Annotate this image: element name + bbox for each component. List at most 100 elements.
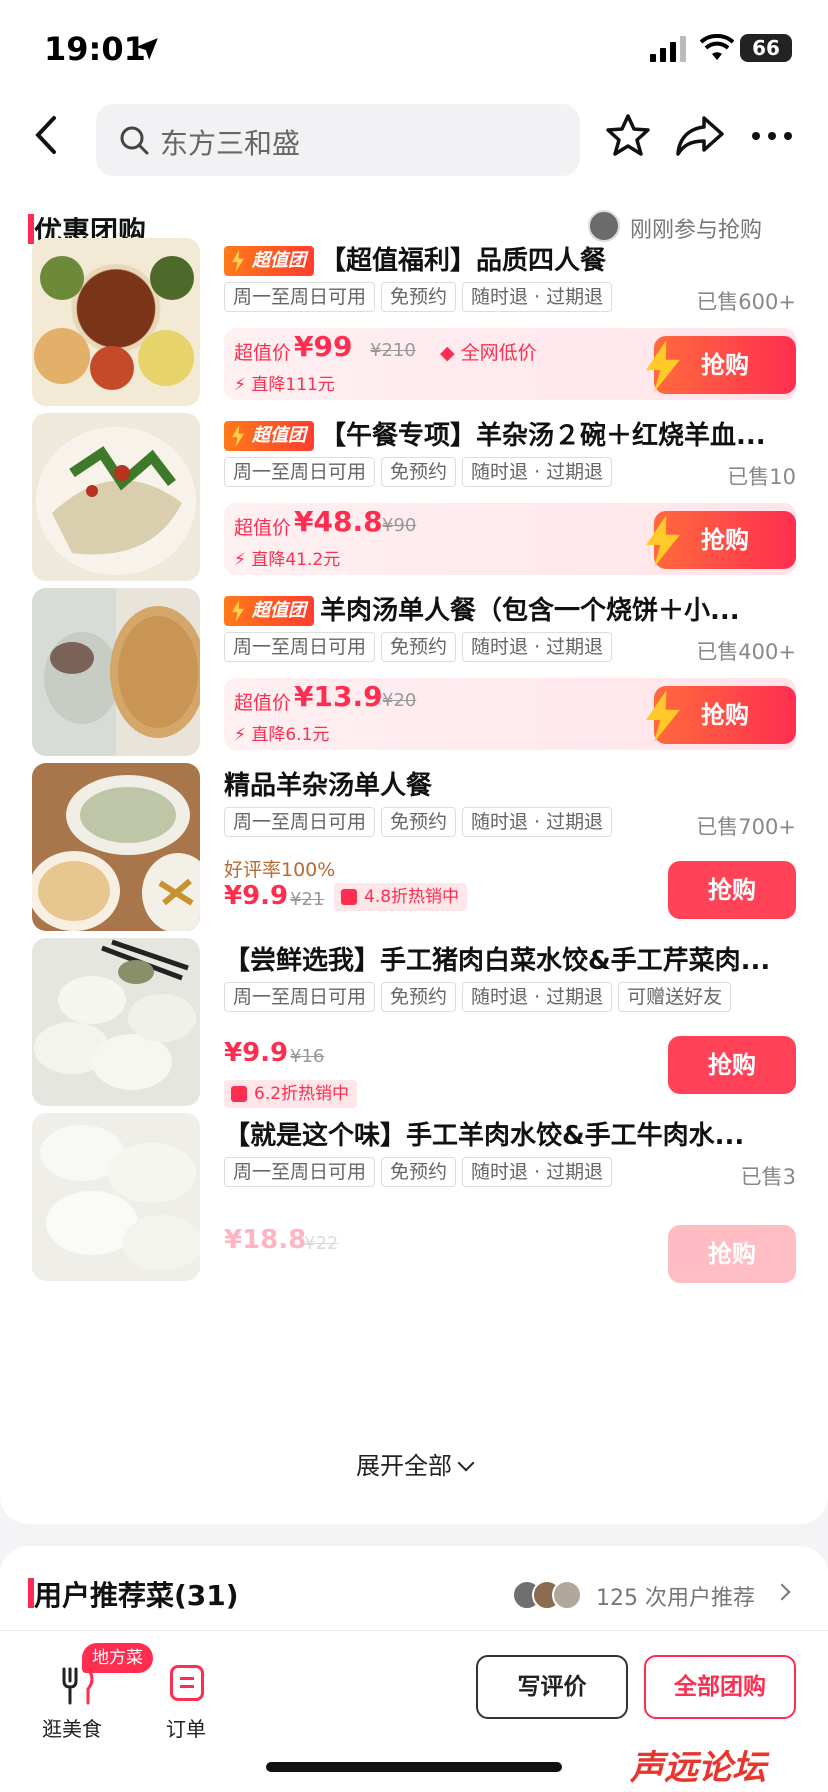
deal-title: 超值团 羊肉汤单人餐（包含一个烧饼＋小... [224,590,796,627]
hot-sale-text: 6.2折热销中 [254,1084,350,1104]
tag: 周一至周日可用 [224,1157,376,1187]
price-label: 超值价 [234,692,292,714]
deal-title: 精品羊杂汤单人餐 [224,765,796,802]
deal-item[interactable]: 精品羊杂汤单人餐 周一至周日可用 免预约 随时退 · 过期退 已售700+ 好评率1… [32,763,796,939]
deal-image [32,1113,200,1281]
local-cuisine-badge: 地方菜 [82,1643,153,1673]
tag: 随时退 · 过期退 [462,807,613,837]
food-photo [34,939,196,1090]
price-label: 超值价 [234,517,292,539]
deal-item[interactable]: 超值团 羊肉汤单人餐（包含一个烧饼＋小... 周一至周日可用 免预约 随时退 · 过期… [32,588,796,764]
price-label: 超值价 [234,342,292,364]
grab-button[interactable]: 抢购 [646,336,796,394]
deal-item[interactable]: 超值团 【超值福利】品质四人餐 周一至周日可用 免预约 随时退 · 过期退 已售600… [32,238,796,414]
tag: 免预约 [381,282,457,312]
location-arrow-icon [136,38,158,60]
all-deals-button[interactable]: 全部团购 [644,1655,796,1719]
grab-button[interactable]: 抢购 [646,511,796,569]
grab-button[interactable]: 抢购 [668,1225,796,1283]
tag: 周一至周日可用 [224,457,376,487]
status-time: 19:01 [44,30,146,68]
price-drop: ⚡ 直降6.1元 [234,725,330,745]
hot-icon [341,889,357,905]
lowest-price-text: 全网低价 [460,342,537,364]
tag: 随时退 · 过期退 [462,282,613,312]
original-price: ¥21 [290,889,325,910]
food-photo [32,588,200,756]
tag: 周一至周日可用 [224,632,376,662]
deal-title-text: 【就是这个味】手工羊肉水饺&手工牛肉水... [224,1121,745,1151]
more-options-icon[interactable] [748,112,796,160]
battery-indicator: 66 [740,34,792,62]
order-icon [170,1665,204,1701]
tag: 周一至周日可用 [224,982,376,1012]
sold-count: 已售10 [727,465,796,489]
search-query: 东方三和盛 [160,127,301,160]
avatar [552,1580,582,1610]
deal-price: ¥99 [294,330,353,363]
home-indicator[interactable] [266,1762,562,1772]
deal-price: ¥13.9 [294,680,383,713]
food-photo [34,256,194,390]
share-icon[interactable] [674,112,726,160]
deal-title: 超值团 【超值福利】品质四人餐 [224,240,796,277]
original-price: ¥210 [370,340,416,361]
deal-image [32,413,200,581]
deal-title: 【就是这个味】手工羊肉水饺&手工牛肉水... [224,1115,796,1152]
tab-orders[interactable]: 订单 [160,1651,220,1741]
tag: 免预约 [381,1157,457,1187]
expand-all-label: 展开全部 [356,1452,452,1480]
group-deals-section: 优惠团购 刚刚参与抢购 超值团 【超值福利】品质四人餐 周一至周日可用 免预约 随时退… [0,184,828,1524]
grab-button[interactable]: 抢购 [668,861,796,919]
deal-title: 超值团 【午餐专项】羊杂汤２碗＋红烧羊血... [224,415,796,452]
wifi-icon [700,34,734,60]
recommend-count: 125 次用户推荐 [596,1586,755,1611]
deal-title-text: 羊肉汤单人餐（包含一个烧饼＋小... [320,596,740,626]
sold-count: 已售3 [740,1165,796,1189]
tab-label: 订单 [166,1717,206,1741]
search-input[interactable]: 东方三和盛 [96,104,580,176]
tag: 可赠送好友 [618,982,732,1012]
sold-count: 已售700+ [696,815,796,839]
grab-button[interactable]: 抢购 [646,686,796,744]
tag: 周一至周日可用 [224,807,376,837]
deal-price: ¥48.8 [294,505,383,538]
deal-item[interactable]: 【就是这个味】手工羊肉水饺&手工牛肉水... 周一至周日可用 免预约 随时退 · 过… [32,1113,796,1289]
watermark-logo: 声远论坛 [630,1748,766,1788]
deal-item[interactable]: 超值团 【午餐专项】羊杂汤２碗＋红烧羊血... 周一至周日可用 免预约 随时退 · 过… [32,413,796,589]
deal-tags: 周一至周日可用 免预约 随时退 · 过期退 [224,457,618,487]
tag: 周一至周日可用 [224,282,376,312]
deal-title-text: 【尝鲜选我】手工猪肉白菜水饺&手工芹菜肉... [224,946,771,976]
food-photo [32,775,200,931]
deal-tags: 周一至周日可用 免预约 随时退 · 过期退 [224,1157,618,1187]
deal-title-text: 精品羊杂汤单人餐 [224,771,433,801]
deal-item[interactable]: 【尝鲜选我】手工猪肉白菜水饺&手工芹菜肉... 周一至周日可用 免预约 随时退 · … [32,938,796,1114]
value-deal-badge: 超值团 [224,246,314,276]
tag: 随时退 · 过期退 [462,982,613,1012]
screen: 19:01 66 东方三和盛 优惠团购 刚刚参与抢购 超值团 【超值福利】品质四… [0,0,828,1792]
value-deal-badge: 超值团 [224,596,314,626]
recommender-avatars [512,1580,592,1610]
expand-all-button[interactable]: 展开全部 [0,1446,828,1481]
chevron-down-icon [457,1454,475,1472]
grab-button[interactable]: 抢购 [668,1036,796,1094]
deal-price: ¥9.9 [224,1038,289,1068]
original-price: ¥16 [290,1046,325,1067]
favorite-star-icon[interactable] [604,112,652,160]
deal-title-text: 【超值福利】品质四人餐 [320,246,607,276]
search-icon [120,126,149,155]
tag: 免预约 [381,982,457,1012]
recommend-title-text: 用户推荐菜(31) [34,1579,239,1612]
original-price: ¥90 [382,515,417,536]
hot-sale-tag: 6.2折热销中 [224,1080,358,1108]
deal-price: ¥9.9 [224,881,289,911]
write-review-button[interactable]: 写评价 [476,1655,628,1719]
back-arrow-icon[interactable] [26,110,66,160]
good-rate: 好评率100% [224,859,336,881]
price-drop-text: 直降111元 [251,375,335,395]
recommend-title: 用户推荐菜(31) [28,1574,239,1614]
sold-count: 已售600+ [696,290,796,314]
hot-sale-text: 4.8折热销中 [364,887,460,907]
tag: 免预约 [381,457,457,487]
title-accent-bar [28,1578,34,1608]
